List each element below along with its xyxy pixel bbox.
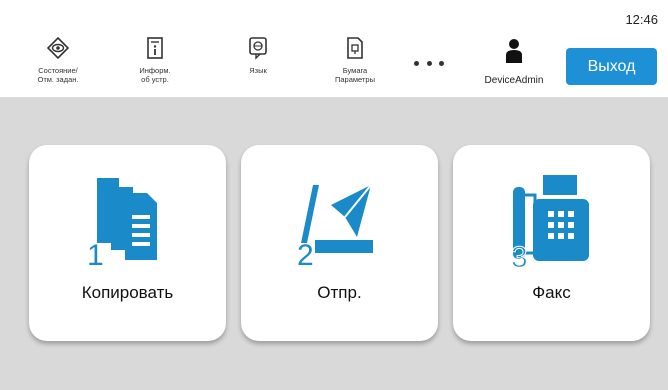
nav-language[interactable]: Язык [236, 34, 280, 92]
user-account[interactable]: DeviceAdmin [478, 38, 550, 86]
nav-paper-settings[interactable]: Бумага Параметры [325, 34, 385, 92]
send-tile[interactable]: 2 Отпр. [241, 145, 438, 341]
user-icon [505, 38, 523, 69]
nav-device-info-label: Информ. об устр. [139, 66, 171, 84]
send-icon: 2 [297, 184, 373, 272]
nav-paper-settings-label: Бумага Параметры [335, 66, 375, 84]
fax-tile-label: Факс [532, 283, 571, 302]
clock: 12:46 [625, 12, 658, 27]
copy-icon: 1 [87, 178, 157, 272]
nav-status-job-cancel[interactable]: Состояние/ Отм. задан. [24, 34, 92, 92]
home-screen: 1 Копировать 2 Отпр. 3 Факс [0, 97, 668, 390]
fax-icon: 3 [511, 175, 589, 275]
logout-button[interactable]: Выход [566, 48, 657, 85]
status-icon [46, 34, 70, 60]
top-bar: 12:46 Состояние/ Отм. задан. Информ. об … [0, 0, 668, 97]
more-dots-icon[interactable] [414, 55, 444, 71]
paper-settings-icon [345, 34, 365, 60]
copy-tile[interactable]: 1 Копировать [29, 145, 226, 341]
tile-number-1: 1 [87, 239, 104, 272]
language-icon [248, 34, 268, 60]
tile-number-2: 2 [297, 239, 314, 272]
nav-status-label: Состояние/ Отм. задан. [37, 66, 79, 84]
tile-number-3: 3 [511, 241, 528, 274]
user-name: DeviceAdmin [484, 75, 544, 86]
nav-language-label: Язык [249, 66, 267, 75]
device-info-icon [146, 34, 164, 60]
nav-device-info[interactable]: Информ. об устр. [126, 34, 184, 92]
send-tile-label: Отпр. [317, 283, 362, 302]
fax-tile[interactable]: 3 Факс [453, 145, 650, 341]
copy-tile-label: Копировать [81, 283, 174, 302]
